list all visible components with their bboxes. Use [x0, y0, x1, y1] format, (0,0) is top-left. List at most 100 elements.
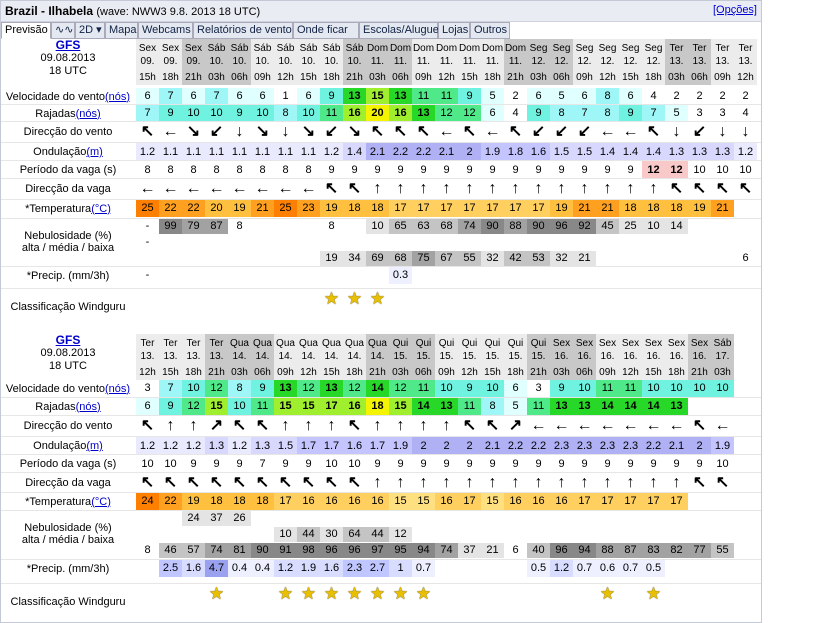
- swell-cell: 2.2: [504, 437, 527, 455]
- tab-2[interactable]: 2D ▾: [75, 22, 105, 39]
- swell-cell: 1.2: [228, 437, 251, 455]
- rating-star-icon: ★: [346, 289, 363, 308]
- swell-cell: 1.6: [527, 143, 550, 161]
- wave-direction-arrow-icon: ←: [182, 179, 205, 199]
- wind-direction-arrow-icon: ←: [642, 416, 665, 436]
- time-header: Qui 15.: [481, 334, 504, 366]
- cloud-mid-cell: 30: [320, 527, 343, 542]
- cloud-low-cell: 21: [573, 251, 596, 266]
- cloud-low-cell: 32: [550, 251, 573, 266]
- wind-direction-arrow-icon: ←: [527, 416, 550, 436]
- cloud-low-cell: 8: [136, 543, 159, 558]
- rating-star-icon: [136, 289, 159, 309]
- cloud-low-cell: 94: [573, 543, 596, 558]
- row-divider: [1, 415, 761, 416]
- wind-speed-cell: 8: [596, 88, 619, 105]
- row-divider: [1, 266, 761, 267]
- gust-cell: 13: [412, 105, 435, 122]
- tab-9[interactable]: Outros: [470, 22, 510, 39]
- wave-direction-arrow-icon: ↑: [481, 473, 504, 493]
- temperature-cell: 17: [596, 493, 619, 510]
- cloud-high-cell: 88: [504, 219, 527, 234]
- tab-0[interactable]: Previsão: [1, 22, 51, 39]
- cloud-low-cell: 21: [481, 543, 504, 558]
- wave-direction-arrow-icon: ↑: [389, 179, 412, 199]
- model-header: GFS 09.08.2013 18 UTC: [1, 39, 135, 85]
- swell-cell: 2.2: [527, 437, 550, 455]
- temperature-cell: 15: [389, 493, 412, 510]
- precip-cell: [711, 560, 734, 577]
- wave-direction-arrow-icon: ↑: [389, 473, 412, 493]
- gust-label: Rajadas (nós): [35, 107, 101, 120]
- cloud-mid-cell: [458, 527, 481, 542]
- swell-cell: 1.4: [343, 143, 366, 161]
- cloud-low-cell: 55: [711, 543, 734, 558]
- row-divider: [1, 436, 761, 437]
- wave-direction-arrow-icon: ↖: [343, 473, 366, 493]
- time-header: Sex 16.: [573, 334, 596, 366]
- tab-4[interactable]: Webcams: [138, 22, 193, 39]
- temperature-cell: 15: [412, 493, 435, 510]
- rating-star-icon: ★: [415, 584, 432, 603]
- swell-cell: 1.4: [642, 143, 665, 161]
- precip-cell: 1: [389, 560, 412, 577]
- options-link[interactable]: [Opções]: [713, 4, 757, 16]
- wind-speed-cell: 9: [251, 380, 274, 397]
- rating-star-icon: [274, 289, 297, 309]
- temperature-cell: 19: [320, 200, 343, 217]
- wind-speed-cell: 9: [458, 88, 481, 105]
- cloud-high-cell: [665, 511, 688, 526]
- gust-label: Rajadas (nós): [35, 400, 101, 413]
- cloud-mid-cell: [504, 235, 527, 250]
- cloud-low-cell: 97: [366, 543, 389, 558]
- wind-speed-cell: 5: [550, 88, 573, 105]
- wave-period-cell: 9: [504, 455, 527, 473]
- time-header: Ter 13.: [734, 39, 757, 71]
- precip-cell: 1.6: [320, 560, 343, 577]
- tab-8[interactable]: Lojas: [438, 22, 470, 39]
- precip-cell: [458, 267, 481, 284]
- wind-speed-cell: 13: [389, 88, 412, 105]
- wave-direction-arrow-icon: ↑: [504, 473, 527, 493]
- tab-1[interactable]: ∿∿: [51, 22, 75, 39]
- cloud-high-cell: [504, 511, 527, 526]
- time-header: Sex 16.: [596, 334, 619, 366]
- row-divider: [1, 472, 761, 473]
- precip-cell: [205, 267, 228, 284]
- temperature-cell: 17: [389, 200, 412, 217]
- wave-period-cell: 9: [435, 161, 458, 179]
- wave-direction-arrow-icon: ↖: [320, 179, 343, 199]
- wave-direction-arrow-icon: ↑: [573, 473, 596, 493]
- temperature-cell: 18: [251, 493, 274, 510]
- rating-star-icon: [596, 289, 619, 309]
- swell-cell: 2.3: [550, 437, 573, 455]
- wave-direction-arrow-icon: ↑: [435, 179, 458, 199]
- hour-header: 12h: [274, 71, 297, 85]
- cloud-mid-cell: 64: [343, 527, 366, 542]
- wind-speed-cell: 11: [412, 380, 435, 397]
- wave-period-cell: 9: [573, 161, 596, 179]
- cloud-high-cell: [481, 511, 504, 526]
- tab-6[interactable]: Onde ficar: [293, 22, 359, 39]
- gust-cell: 10: [297, 105, 320, 122]
- model-link[interactable]: GFS: [1, 39, 135, 52]
- wave-direction-arrow-icon: ↑: [596, 179, 619, 199]
- windguru-rating-label: Classificação Windguru: [10, 301, 126, 313]
- wave-direction-arrow-icon: ↑: [412, 473, 435, 493]
- precip-cell: [251, 267, 274, 284]
- wind-speed-cell: 13: [274, 380, 297, 397]
- wave-period-cell: 8: [136, 161, 159, 179]
- cloud-low-cell: 88: [596, 543, 619, 558]
- swell-cell: 2.3: [619, 437, 642, 455]
- temperature-cell: 21: [711, 200, 734, 217]
- tab-3[interactable]: Mapa: [105, 22, 138, 39]
- cloud-low-cell: 40: [527, 543, 550, 558]
- precip-cell: [435, 267, 458, 284]
- temperature-cell: 22: [159, 493, 182, 510]
- model-link[interactable]: GFS: [1, 334, 135, 347]
- tab-5[interactable]: Relatórios de vento: [193, 22, 293, 39]
- tab-7[interactable]: Escolas/Aluguer: [359, 22, 443, 39]
- row-divider: [1, 397, 761, 398]
- wave-period-cell: 10: [136, 455, 159, 473]
- cloud-high-cell: [297, 511, 320, 526]
